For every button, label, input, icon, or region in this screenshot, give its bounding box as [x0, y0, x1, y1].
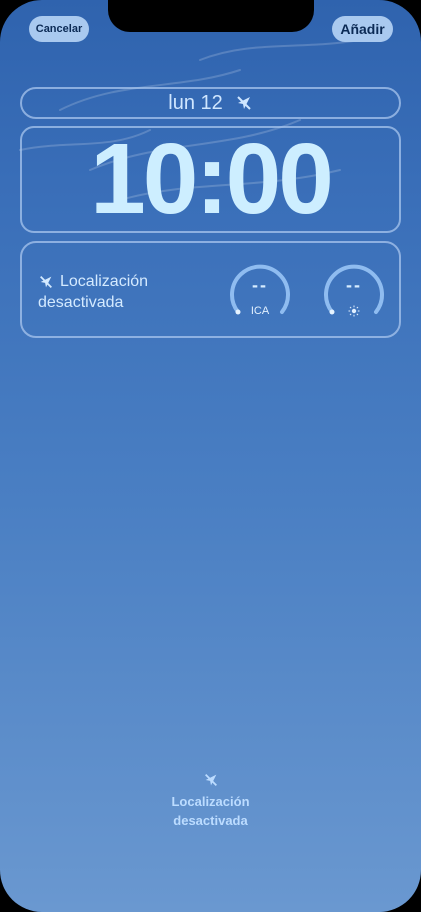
sun-icon — [319, 305, 389, 320]
air-quality-gauge: -- ICA — [225, 257, 295, 327]
location-status: Localización desactivada — [38, 271, 148, 313]
location-slash-icon — [204, 774, 217, 786]
add-button[interactable]: Añadir — [332, 16, 393, 42]
widgets-slot[interactable]: Localización desactivada -- ICA -- — [20, 241, 401, 338]
footer-location-line-2: desactivada — [173, 813, 248, 828]
uv-index-value: -- — [346, 275, 362, 295]
footer-location-status: Localización desactivada — [0, 772, 421, 830]
location-line-2: desactivada — [38, 294, 124, 311]
date-widget-slot[interactable]: lun 12 — [20, 87, 401, 119]
air-quality-label: ICA — [250, 305, 270, 317]
device-notch — [108, 0, 314, 32]
location-slash-icon — [40, 275, 52, 288]
cancel-button[interactable]: Cancelar — [29, 16, 89, 42]
uv-index-gauge: -- — [319, 257, 389, 327]
location-line-1: Localización — [60, 273, 149, 290]
lock-screen-editor: Cancelar Añadir lun 12 10:00 Localizació… — [0, 0, 421, 912]
date-label: lun 12 — [168, 91, 223, 114]
clock-slot[interactable]: 10:00 — [20, 126, 401, 233]
location-slash-icon — [237, 96, 251, 110]
clock-time: 10:00 — [90, 122, 334, 235]
air-quality-value: -- — [252, 275, 268, 295]
footer-location-line-1: Localización — [171, 794, 250, 809]
